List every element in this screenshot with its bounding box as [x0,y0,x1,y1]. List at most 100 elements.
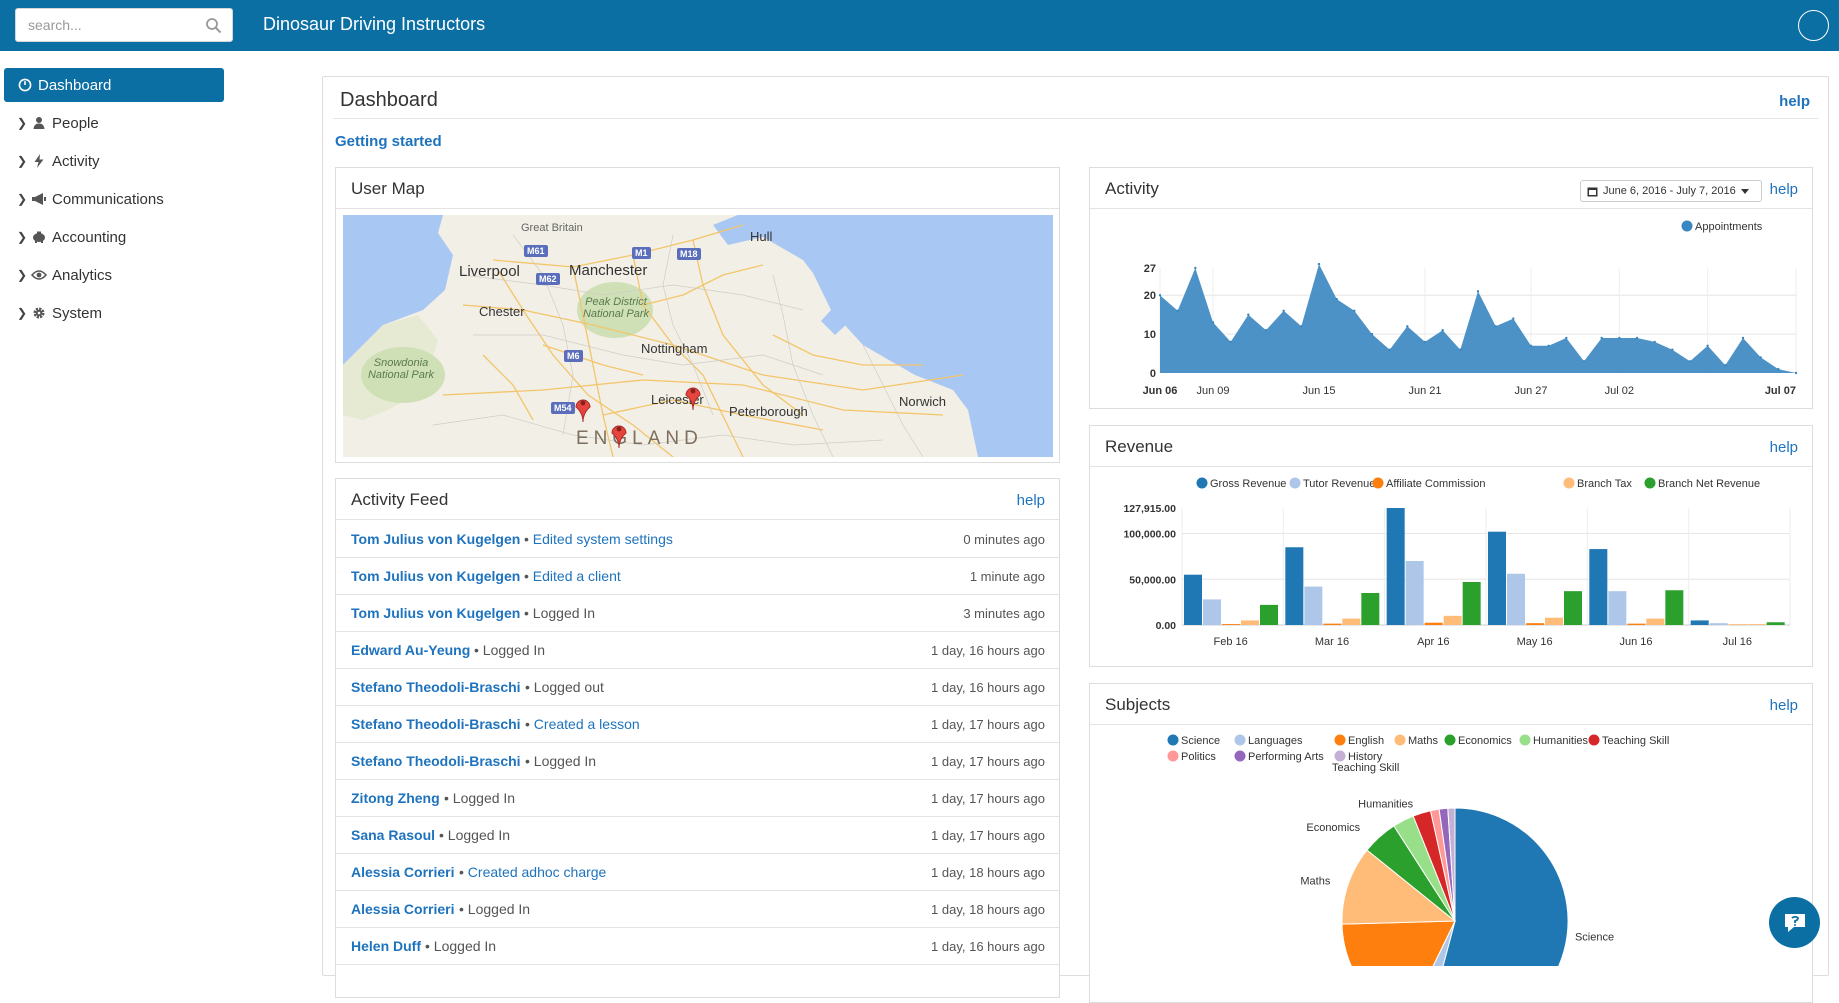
x-tick-label: Feb 16 [1214,636,1248,648]
legend-label: Performing Arts [1248,751,1324,763]
y-tick-label: 27 [1144,263,1156,275]
feed-action[interactable]: • Created adhoc charge [459,864,606,880]
feed-timestamp: 1 day, 18 hours ago [931,865,1045,880]
x-tick-label: Jun 21 [1408,385,1441,397]
road-badge-m62: M62 [536,273,560,285]
subjects-chart[interactable]: Science Maths Economics Humanities English Sc… [1090,726,1814,966]
feed-row: Stefano Theodoli-Braschi • Created a less… [336,706,1059,743]
search-box[interactable] [15,8,233,42]
map-pin-icon[interactable] [574,395,592,423]
feed-action[interactable]: • Edited a client [524,568,621,584]
revenue-bar [1488,531,1506,625]
appointments-point [1229,340,1232,344]
sidebar-item-communications[interactable]: ❯ Communications [4,182,224,216]
dashboard-panel: Dashboard help Getting started User Map [322,76,1829,1003]
revenue-bar [1386,508,1405,625]
activity-help-link[interactable]: help [1770,181,1798,198]
y-tick-label: 10 [1144,329,1156,341]
feed-row: Edward Au-Yeung • Logged In 1 day, 16 hour… [336,632,1059,669]
sidebar-item-people[interactable]: ❯ People [4,106,224,140]
feed-action: • Logged In [459,901,530,917]
feed-user-link[interactable]: Stefano Theodoli-Braschi [351,716,521,732]
sidebar-item-accounting[interactable]: ❯ Accounting [4,220,224,254]
subjects-chart-panel: Subjects help Science Maths Economics Human… [1089,683,1813,1003]
chevron-right-icon: ❯ [16,154,28,168]
activity-feed-help-link[interactable]: help [1017,492,1045,509]
feed-action[interactable]: • Created a lesson [525,716,640,732]
feed-action-text: Logged In [533,753,597,769]
sidebar-item-activity[interactable]: ❯ Activity [4,144,224,178]
date-range-value: June 6, 2016 - July 7, 2016 [1603,185,1736,197]
legend-label: Appointments [1695,221,1763,233]
feed-user-link[interactable]: Edward Au-Yeung [351,642,470,658]
feed-user-link[interactable]: Helen Duff [351,938,421,954]
feed-action[interactable]: • Edited system settings [524,531,673,547]
revenue-help-link[interactable]: help [1770,439,1798,456]
sidebar-item-analytics[interactable]: ❯ Analytics [4,258,224,292]
panel-title: Subjects [1105,695,1171,714]
legend-label: Branch Tax [1577,478,1632,490]
appointments-point [1476,290,1480,293]
eye-icon [30,267,48,283]
user-map[interactable]: Great Britain Hull Liverpool Manchester … [343,215,1053,457]
revenue-chart[interactable]: Feb 16 Mar 16 Apr 16 May 16 Jun 16 Jul 16 0.00… [1090,468,1814,668]
revenue-bar [1507,573,1525,625]
panel-title: Activity Feed [351,490,449,509]
sidebar-item-dashboard[interactable]: Dashboard [4,68,224,102]
slice-label: Science [1575,932,1614,944]
feed-user-link[interactable]: Alessia Corrieri [351,864,455,880]
appointments-point [1547,344,1550,347]
appointments-point [1317,262,1321,266]
road-badge-m54: M54 [551,402,575,414]
activity-chart[interactable]: 0 10 20 27 Jun 06 Jun 09 Jun 15 Jun 21 Jun 27 Jul… [1090,210,1814,410]
calendar-icon [1587,187,1598,196]
feed-user-link[interactable]: Zitong Zheng [351,790,440,806]
revenue-bar [1608,591,1627,625]
slice-label: Humanities [1358,798,1414,810]
feed-timestamp: 1 day, 16 hours ago [931,680,1045,695]
map-pin-icon[interactable] [684,383,702,411]
chevron-right-icon: ❯ [16,268,28,282]
feed-row: Tom Julius von Kugelgen • Edited a client… [336,558,1059,595]
feed-user-link[interactable]: Tom Julius von Kugelgen [351,605,520,621]
feed-user-link[interactable]: Tom Julius von Kugelgen [351,568,520,584]
feed-separator: • [524,605,529,621]
map-pin-icon[interactable] [610,421,628,449]
legend-dot [1372,477,1384,489]
legend-dot [1394,734,1406,746]
feed-user-link[interactable]: Alessia Corrieri [351,901,455,917]
subjects-help-link[interactable]: help [1770,697,1798,714]
appointments-point [1688,360,1692,363]
feed-action-text: Logged out [533,679,604,695]
feed-user-link[interactable]: Stefano Theodoli-Braschi [351,753,521,769]
appointments-point [1741,336,1745,340]
date-range-picker[interactable]: June 6, 2016 - July 7, 2016 [1580,180,1762,202]
feed-row: Alessia Corrieri • Created adhoc charge 1 … [336,854,1059,891]
revenue-bar [1766,622,1785,625]
appointments-point [1388,348,1391,351]
piggy-bank-icon [30,229,48,245]
dashboard-help-link[interactable]: help [1779,93,1810,110]
feed-row: Tom Julius von Kugelgen • Logged In 3 minu… [336,595,1059,632]
map-label-norwich: Norwich [899,394,946,409]
search-icon[interactable] [205,17,222,34]
legend-dot [1167,734,1179,746]
sidebar-item-system[interactable]: ❯ System [4,296,224,330]
feed-action-text: Edited a client [532,568,621,584]
y-tick-label: 50,000.00 [1129,574,1176,586]
feed-user-link[interactable]: Stefano Theodoli-Braschi [351,679,521,695]
feed-user-link[interactable]: Tom Julius von Kugelgen [351,531,520,547]
map-label-peak-district: Peak District National Park [582,296,650,320]
revenue-bar [1728,624,1747,626]
search-input[interactable] [16,9,206,41]
appointments-point [1653,340,1656,344]
feed-timestamp: 1 minute ago [969,569,1045,584]
user-avatar[interactable] [1798,10,1829,41]
getting-started-link[interactable]: Getting started [335,133,442,150]
chat-button[interactable] [1769,897,1820,948]
app-title[interactable]: Dinosaur Driving Instructors [263,14,485,35]
feed-user-link[interactable]: Sana Rasoul [351,827,435,843]
x-tick-label: Jun 09 [1196,385,1229,397]
legend-label: Maths [1408,735,1438,747]
legend-label: Affiliate Commission [1386,478,1485,490]
